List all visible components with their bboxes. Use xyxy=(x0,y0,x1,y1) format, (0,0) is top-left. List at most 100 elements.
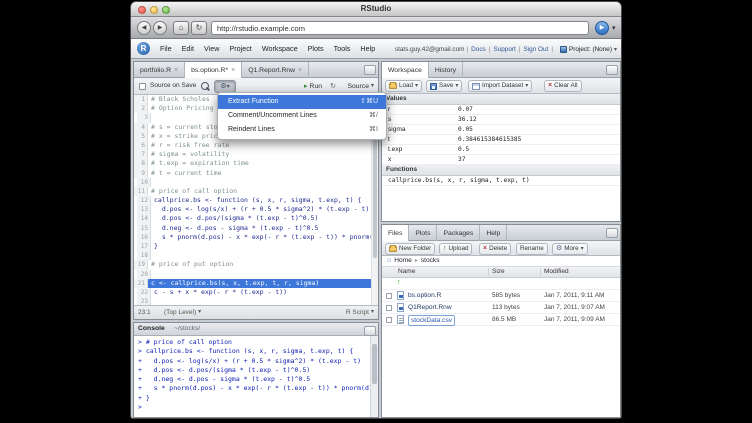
file-row[interactable]: bs.option.R 585 bytes Jan 7, 2011, 9:11 … xyxy=(382,290,620,302)
search-icon[interactable] xyxy=(201,82,211,92)
source-tab[interactable]: portfolio.R × xyxy=(134,62,185,78)
import-dataset-button[interactable]: Import Dataset▾ xyxy=(468,80,532,92)
maximize-pane-button[interactable] xyxy=(364,65,376,75)
maximize-pane-button[interactable] xyxy=(606,65,618,75)
editor-line[interactable]: 9 # t = current time xyxy=(134,169,371,178)
load-workspace-button[interactable]: Load▾ xyxy=(385,80,422,92)
breadcrumb-folder[interactable]: stocks xyxy=(421,256,440,266)
editor-line[interactable]: 17 } xyxy=(134,242,371,251)
file-checkbox[interactable] xyxy=(386,317,392,323)
file-row[interactable]: stockData.csv 86.5 MB Jan 7, 2011, 9:09 … xyxy=(382,314,620,326)
maximize-pane-button[interactable] xyxy=(606,228,618,238)
workspace-value-row[interactable]: s 36.12 xyxy=(382,115,620,125)
column-header-modified[interactable]: Modified xyxy=(544,267,569,277)
account-link[interactable]: Sign Out xyxy=(522,46,549,53)
menu-option[interactable]: Extract Function ⇧⌘U xyxy=(218,95,386,109)
window-titlebar[interactable]: RStudio xyxy=(131,2,621,17)
editor-line[interactable]: 18 xyxy=(134,251,371,260)
parent-directory-row[interactable]: ↑ xyxy=(382,278,620,290)
file-name[interactable]: Q1Report.Rnw xyxy=(408,302,452,314)
rename-button[interactable]: Rename xyxy=(516,243,548,255)
editor-line[interactable]: 7 # sigma = volatility xyxy=(134,150,371,159)
breadcrumb-home[interactable]: Home xyxy=(394,256,412,266)
console-scrollbar-thumb[interactable] xyxy=(372,344,377,384)
files-tab[interactable]: Plots xyxy=(409,225,437,241)
file-name[interactable]: bs.option.R xyxy=(408,290,441,302)
source-tab[interactable]: bs.option.R* × xyxy=(185,62,242,78)
menu-item[interactable]: File xyxy=(155,39,177,59)
account-link[interactable]: Support xyxy=(492,46,516,53)
line-text: # sigma = volatility xyxy=(148,150,371,159)
editor-line[interactable]: 12 callprice.bs <- function (s, x, r, si… xyxy=(134,196,371,205)
new-folder-button[interactable]: New Folder xyxy=(385,243,435,255)
upload-button[interactable]: ↑Upload xyxy=(439,243,472,255)
menu-option[interactable]: Comment/Uncomment Lines ⌘/ xyxy=(218,109,386,123)
editor-line[interactable]: 10 xyxy=(134,178,371,187)
file-checkbox[interactable] xyxy=(386,305,392,311)
chevron-down-icon: ▾ xyxy=(415,81,418,91)
file-name[interactable]: stockData.csv xyxy=(408,315,455,326)
close-tab-icon[interactable]: × xyxy=(231,63,235,78)
workspace-value-row[interactable]: x 37 xyxy=(382,155,620,165)
console-output[interactable]: > # price of call option> callprice.bs <… xyxy=(134,336,370,417)
close-tab-icon[interactable]: × xyxy=(298,63,302,78)
back-button[interactable]: ◀ xyxy=(137,21,151,35)
menu-item[interactable]: Plots xyxy=(303,39,329,59)
home-button[interactable]: ⌂ xyxy=(173,21,189,35)
workspace-value-row[interactable]: sigma 0.05 xyxy=(382,125,620,135)
file-checkbox[interactable] xyxy=(386,293,392,299)
workspace-tab[interactable]: Workspace xyxy=(382,62,429,78)
minimize-window-button[interactable] xyxy=(150,6,158,14)
file-row[interactable]: Q1Report.Rnw 113 bytes Jan 7, 2011, 9:07… xyxy=(382,302,620,314)
menu-item[interactable]: Tools xyxy=(329,39,356,59)
url-input[interactable] xyxy=(211,21,589,35)
editor-line[interactable]: 8 # t.exp = expiration time xyxy=(134,159,371,168)
editor-line[interactable]: 21 c <- callprice.bs(s, x, t.exp, t, r, … xyxy=(134,279,371,288)
go-button[interactable]: ▶ xyxy=(595,21,609,35)
workspace-function-row[interactable]: callprice.bs(s, x, r, sigma, t.exp, t) xyxy=(382,176,620,186)
menu-item[interactable]: Edit xyxy=(177,39,199,59)
scope-selector[interactable]: (Top Level)▾ xyxy=(164,306,201,319)
editor-line[interactable]: 19 # price of put option xyxy=(134,260,371,269)
editor-line[interactable]: 11 # price of call option xyxy=(134,187,371,196)
editor-line[interactable]: 6 # r = risk free rate xyxy=(134,141,371,150)
browser-menu-caret-icon[interactable]: ▾ xyxy=(612,24,616,32)
menu-option[interactable]: Reindent Lines ⌘I xyxy=(218,123,386,137)
more-button[interactable]: ⚙More▾ xyxy=(552,243,588,255)
close-tab-icon[interactable]: × xyxy=(174,63,178,78)
files-tab[interactable]: Packages xyxy=(437,225,480,241)
column-header-size[interactable]: Size xyxy=(492,267,505,277)
refresh-button[interactable]: ↻ xyxy=(191,21,207,35)
workspace-tab[interactable]: History xyxy=(429,62,463,78)
column-header-name[interactable]: Name xyxy=(398,267,415,277)
files-tab[interactable]: Files xyxy=(382,225,409,241)
workspace-value-row[interactable]: t.exp 0.5 xyxy=(382,145,620,155)
line-number: 21 xyxy=(134,279,148,288)
delete-button[interactable]: ×Delete xyxy=(479,243,511,255)
maximize-pane-button[interactable] xyxy=(364,326,376,336)
editor-line[interactable]: 23 xyxy=(134,297,371,305)
account-link[interactable]: Docs xyxy=(470,46,487,53)
project-selector[interactable]: Project: (None) ▾ xyxy=(560,46,617,53)
editor-line[interactable]: 16 s * pnorm(d.pos) - x * exp(- r * (t.e… xyxy=(134,233,371,242)
close-window-button[interactable] xyxy=(138,6,146,14)
files-tab[interactable]: Help xyxy=(480,225,507,241)
save-workspace-button[interactable]: Save▾ xyxy=(426,80,462,92)
editor-line[interactable]: 13 d.pos <- log(s/x) + (r + 0.5 * sigma^… xyxy=(134,205,371,214)
zoom-window-button[interactable] xyxy=(162,6,170,14)
file-type-selector[interactable]: R Script▾ xyxy=(346,306,374,319)
source-tab[interactable]: Q1.Report.Rnw × xyxy=(242,62,309,78)
workspace-value-row[interactable]: t 0.384615384615385 xyxy=(382,135,620,145)
editor-line[interactable]: 22 c - s + x * exp(- r * (t.exp - t)) xyxy=(134,288,371,297)
editor-line[interactable]: 20 xyxy=(134,270,371,279)
menu-item[interactable]: Project xyxy=(224,39,256,59)
menu-item[interactable]: Help xyxy=(355,39,380,59)
editor-line[interactable]: 14 d.pos <- d.pos/(sigma * (t.exp - t)^0… xyxy=(134,214,371,223)
menu-item[interactable]: View xyxy=(199,39,224,59)
workspace-value-row[interactable]: r 0.07 xyxy=(382,105,620,115)
source-on-save-checkbox[interactable] xyxy=(139,83,146,90)
clear-all-button[interactable]: ×Clear All xyxy=(544,80,582,92)
forward-button[interactable]: ▶ xyxy=(153,21,167,35)
editor-line[interactable]: 15 d.neg <- d.pos - sigma * (t.exp - t)^… xyxy=(134,224,371,233)
menu-item[interactable]: Workspace xyxy=(257,39,303,59)
